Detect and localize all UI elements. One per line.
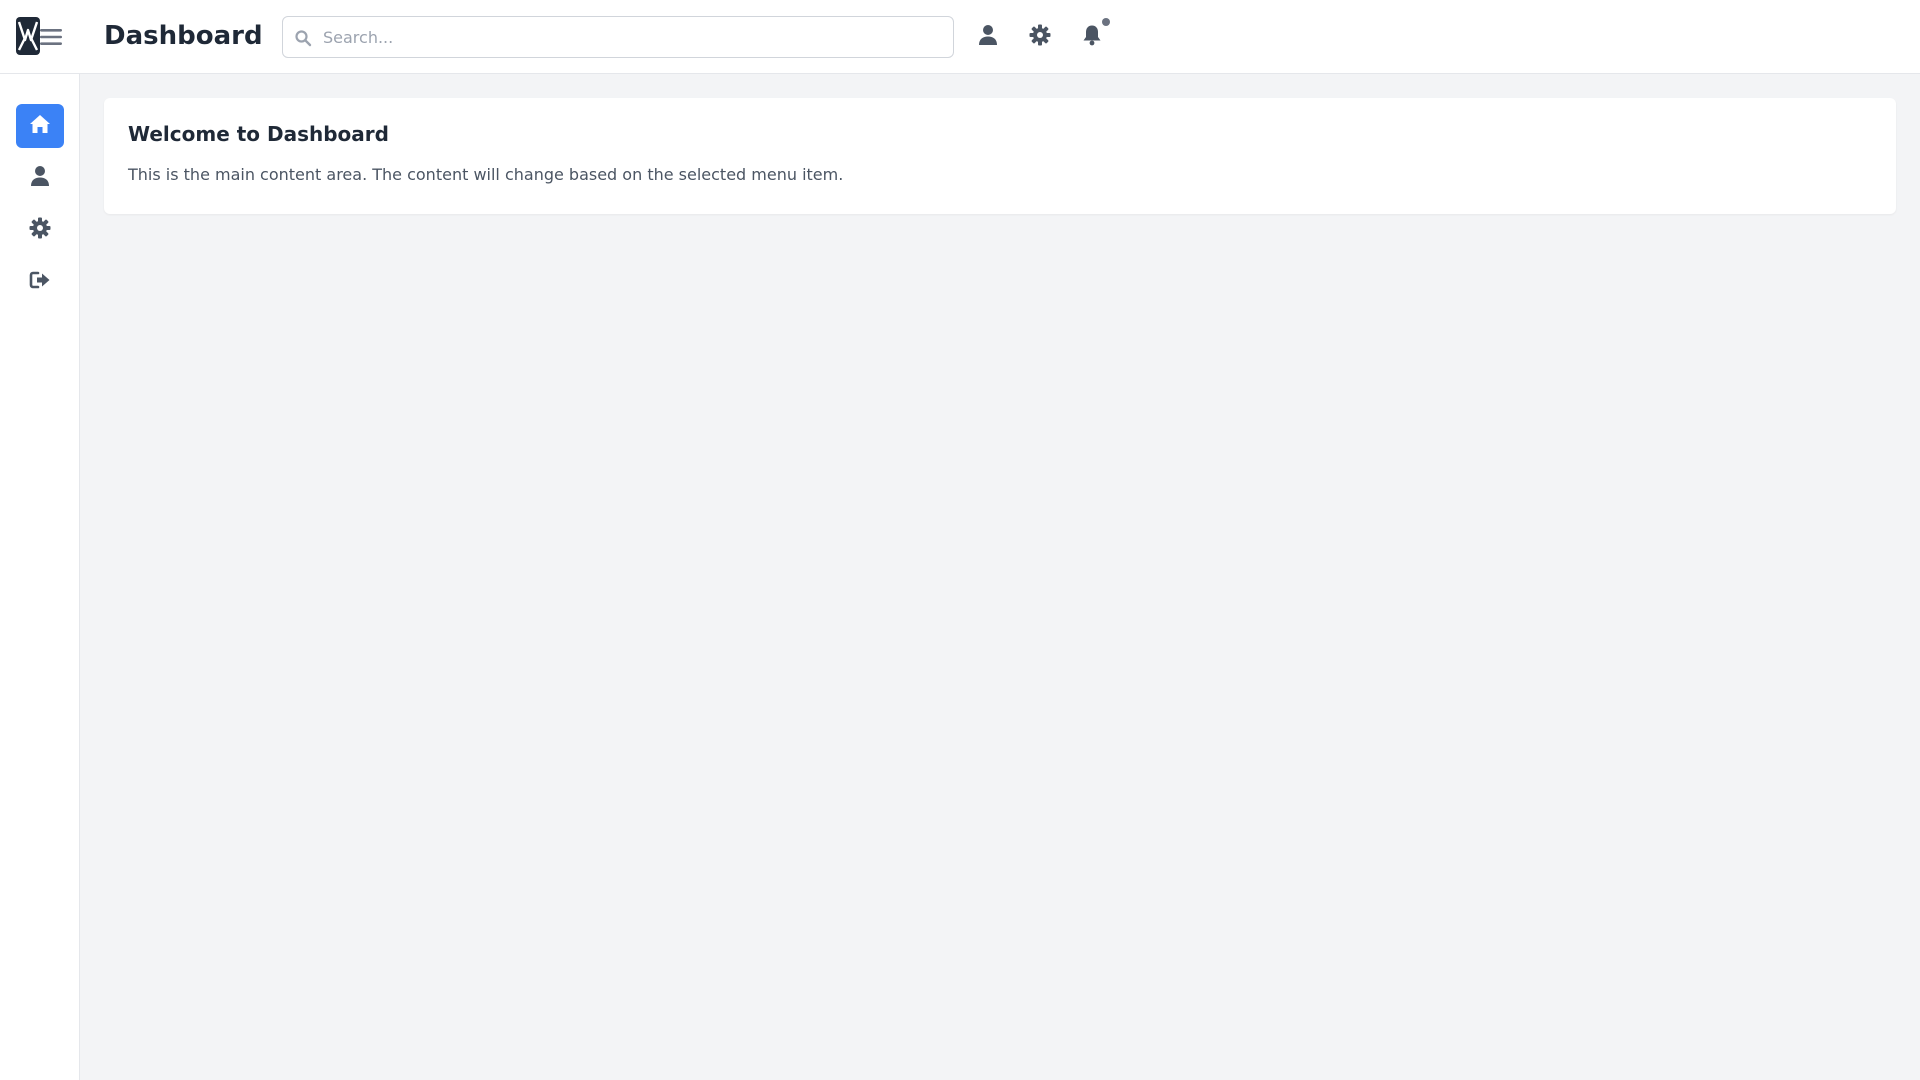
search-icon bbox=[294, 29, 312, 47]
sidebar-item-profile[interactable] bbox=[16, 156, 64, 200]
settings-button[interactable] bbox=[1025, 22, 1055, 52]
gear-icon bbox=[29, 217, 51, 243]
card-text: This is the main content area. The conte… bbox=[128, 165, 844, 184]
logout-icon bbox=[29, 270, 51, 294]
top-header: Dashboard bbox=[0, 0, 1920, 74]
page-title: Dashboard bbox=[104, 21, 263, 51]
sidebar-item-logout[interactable] bbox=[16, 260, 64, 304]
user-icon bbox=[30, 165, 50, 191]
user-icon bbox=[978, 24, 998, 50]
sidebar bbox=[0, 74, 80, 1080]
bell-icon bbox=[1082, 24, 1102, 50]
hamburger-menu-icon[interactable] bbox=[40, 27, 64, 47]
search-box[interactable] bbox=[282, 16, 954, 58]
notification-dot bbox=[1102, 18, 1110, 26]
search-input[interactable] bbox=[321, 17, 941, 57]
profile-button[interactable] bbox=[973, 22, 1003, 52]
gear-icon bbox=[1029, 24, 1051, 50]
card-title: Welcome to Dashboard bbox=[128, 122, 389, 146]
home-icon bbox=[29, 114, 51, 138]
notifications-button[interactable] bbox=[1077, 18, 1110, 52]
sidebar-item-settings[interactable] bbox=[16, 208, 64, 252]
sidebar-item-home[interactable] bbox=[16, 104, 64, 148]
welcome-card: Welcome to Dashboard This is the main co… bbox=[104, 98, 1896, 214]
logo-icon[interactable] bbox=[15, 16, 41, 56]
